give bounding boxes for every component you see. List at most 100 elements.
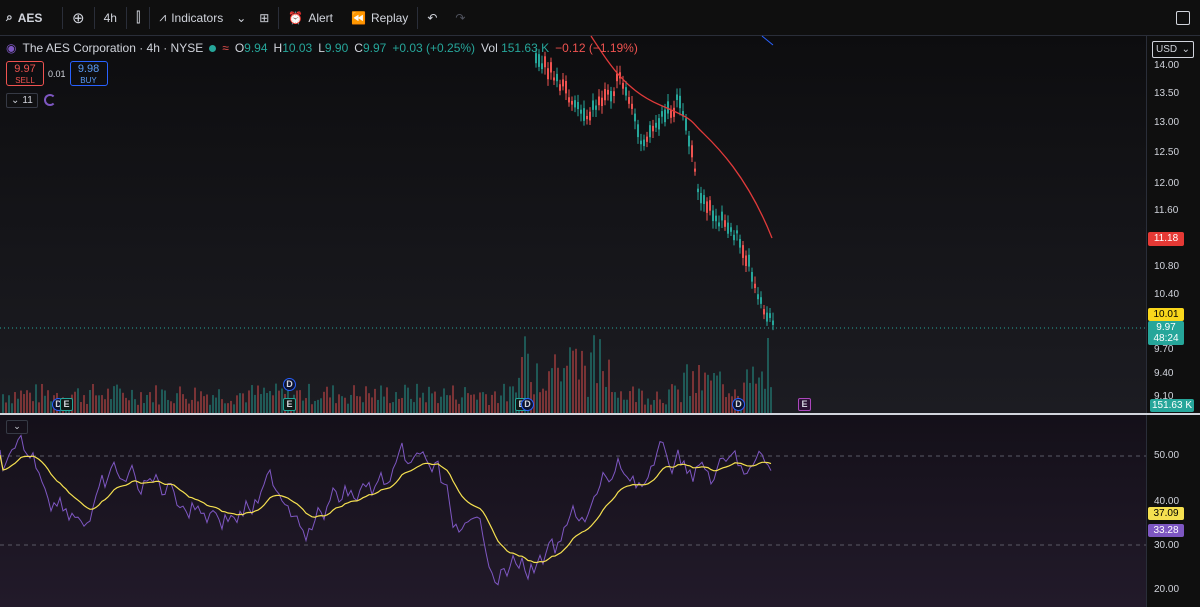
volume-bar (677, 389, 679, 413)
candle-body (613, 91, 615, 97)
market-status-icon[interactable] (209, 44, 217, 52)
open-label: O (234, 41, 245, 55)
volume-bar (704, 372, 706, 413)
volume-bar (689, 395, 691, 413)
sell-button[interactable]: 9.97 SELL (6, 61, 44, 86)
dividend-marker[interactable]: D (521, 398, 534, 411)
volume-bar (590, 352, 592, 413)
volume-bar (305, 398, 307, 413)
volume-bar (440, 396, 442, 413)
low-label: L (318, 41, 325, 55)
volume-bar (35, 384, 37, 413)
volume-bar (368, 393, 370, 413)
volume-bar (206, 394, 208, 413)
open-value: 9.94 (244, 41, 268, 55)
volume-bar (668, 389, 670, 413)
volume-bar (332, 385, 334, 413)
volume-bar (272, 395, 274, 413)
volume-bar (245, 402, 247, 413)
rsi-tag: 33.28 (1148, 524, 1184, 537)
volume-bar (5, 402, 7, 413)
candle-body (577, 101, 579, 110)
tilde-icon[interactable]: ≈ (222, 41, 229, 55)
volume-bar (329, 397, 331, 413)
volume-bar (596, 383, 598, 413)
earnings-marker[interactable]: E (283, 398, 296, 411)
volume-bar (641, 390, 643, 413)
volume-bar (554, 354, 556, 413)
high-value: 10.03 (282, 41, 313, 55)
candle-body (655, 122, 657, 128)
volume-bar (185, 398, 187, 413)
volume-bar (716, 375, 718, 413)
candle-body (751, 272, 753, 282)
volume-bar (377, 399, 379, 413)
indicators-collapse-button[interactable]: ⌄ 11 (6, 93, 38, 108)
legend-title[interactable]: The AES Corporation · 4h · NYSE (22, 41, 203, 55)
volume-bar (371, 397, 373, 413)
volume-bar (557, 367, 559, 413)
candle-body (673, 107, 675, 117)
volume-bar (626, 399, 628, 413)
candle-body (691, 145, 693, 158)
volume-bar (83, 395, 85, 413)
volume-bar (92, 383, 94, 413)
candle-body (559, 84, 561, 91)
volume-bar (671, 384, 673, 413)
sync-icon[interactable] (44, 94, 56, 106)
volume-bar (707, 374, 709, 413)
candle-body (670, 110, 672, 118)
dividend-marker[interactable]: D (732, 398, 745, 411)
volume-bar (209, 404, 211, 413)
volume-bar (26, 390, 28, 413)
volume-bar (113, 386, 115, 413)
volume-bar (17, 398, 19, 413)
buy-button[interactable]: 9.98 BUY (69, 61, 108, 86)
volume-bar (131, 389, 133, 413)
upcoming-earnings-marker[interactable]: E (798, 398, 811, 411)
volume-bar (560, 381, 562, 413)
bar-countdown: 48:24 (1153, 333, 1179, 344)
fullscreen-icon (1176, 10, 1190, 25)
volume-bar (314, 400, 316, 413)
currency-select[interactable]: USD ⌄ (1152, 41, 1194, 58)
close-label: C (354, 41, 363, 55)
volume-bar (215, 397, 217, 413)
fullscreen-button[interactable] (1167, 0, 1200, 36)
volume-bar (32, 401, 34, 413)
volume-tag: 151.63 K (1150, 399, 1194, 412)
candle-body (712, 210, 714, 222)
volume-bar (257, 385, 259, 413)
volume-bar (446, 395, 448, 413)
volume-change-value: −0.12 (−1.19%) (555, 41, 638, 55)
volume-bar (89, 390, 91, 413)
volume-bar (683, 372, 685, 413)
volume-bar (425, 402, 427, 413)
volume-bar (443, 388, 445, 413)
price-tick: 13.00 (1154, 117, 1180, 128)
candle-body (664, 109, 666, 123)
candle-body (676, 94, 678, 101)
rsi-tick: 50.00 (1154, 450, 1180, 461)
rsi-collapse-button[interactable]: ⌄ (6, 420, 28, 434)
volume-bar (95, 395, 97, 413)
earnings-marker[interactable]: E (60, 398, 73, 411)
volume-bar (710, 380, 712, 413)
volume-bar (695, 393, 697, 413)
candle-body (688, 135, 690, 147)
candle-body (580, 109, 582, 114)
rsi-tick: 30.00 (1154, 540, 1180, 551)
candle-body (586, 115, 588, 120)
volume-bar (662, 402, 664, 413)
volume-bar (419, 397, 421, 413)
volume-bar (503, 383, 505, 413)
volume-bar (107, 388, 109, 413)
dividend-marker[interactable]: D (283, 378, 296, 391)
volume-bar (611, 392, 613, 413)
candle-body (763, 309, 765, 315)
volume-bar (647, 398, 649, 413)
price-tick: 9.40 (1154, 368, 1174, 379)
volume-bar (320, 398, 322, 413)
volume-bar (617, 397, 619, 413)
high-label: H (273, 41, 283, 55)
